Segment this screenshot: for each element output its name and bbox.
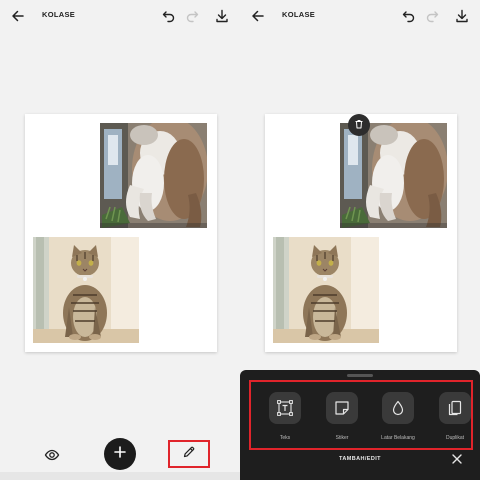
collage-screen-editing: KOLASE Teks Stiker Latar Belakang Duplik… bbox=[240, 0, 480, 480]
tool-text-label: Teks bbox=[279, 435, 291, 441]
duplicate-icon bbox=[439, 392, 471, 424]
page-title: KOLASE bbox=[42, 10, 76, 19]
droplet-icon bbox=[382, 392, 414, 424]
collage-canvas[interactable] bbox=[25, 114, 217, 352]
download-icon[interactable] bbox=[454, 8, 470, 24]
plus-icon bbox=[114, 445, 126, 463]
redo-icon[interactable] bbox=[424, 8, 440, 24]
close-icon[interactable] bbox=[451, 453, 463, 465]
tool-background-label: Latar Belakang bbox=[381, 435, 415, 441]
tool-sticker-label: Stiker bbox=[335, 435, 349, 441]
top-bar: KOLASE bbox=[0, 0, 240, 32]
arrow-left-icon[interactable] bbox=[10, 8, 26, 24]
add-button[interactable] bbox=[104, 438, 136, 470]
undo-icon[interactable] bbox=[401, 8, 417, 24]
collage-photo-tabby-cat[interactable] bbox=[273, 237, 379, 343]
edit-tools-highlight: Teks Stiker Latar Belakang Duplikat bbox=[249, 380, 473, 450]
collage-screen-default: KOLASE bbox=[0, 0, 240, 480]
system-nav-strip bbox=[0, 472, 240, 480]
delete-photo-button[interactable] bbox=[348, 114, 370, 136]
page-title: KOLASE bbox=[282, 10, 316, 19]
tool-duplicate-button[interactable]: Duplikat bbox=[431, 392, 479, 441]
text-frame-icon bbox=[269, 392, 301, 424]
sheet-drag-handle[interactable] bbox=[347, 374, 373, 377]
add-edit-sheet: Teks Stiker Latar Belakang Duplikat TAMB… bbox=[240, 370, 480, 480]
tool-duplicate-label: Duplikat bbox=[445, 435, 465, 441]
sticker-icon bbox=[326, 392, 358, 424]
eye-icon[interactable] bbox=[44, 447, 60, 463]
collage-canvas[interactable] bbox=[265, 114, 457, 352]
undo-icon[interactable] bbox=[161, 8, 177, 24]
collage-photo-cat-closeup[interactable] bbox=[100, 123, 207, 228]
trash-icon bbox=[354, 116, 364, 134]
arrow-left-icon[interactable] bbox=[250, 8, 266, 24]
tool-background-button[interactable]: Latar Belakang bbox=[374, 392, 422, 441]
bottom-toolbar bbox=[0, 438, 240, 472]
collage-photo-tabby-cat[interactable] bbox=[33, 237, 139, 343]
tool-sticker-button[interactable]: Stiker bbox=[318, 392, 366, 441]
collage-photo-cat-closeup-selected[interactable] bbox=[340, 123, 447, 228]
pencil-icon bbox=[182, 445, 196, 464]
tool-text-button[interactable]: Teks bbox=[261, 392, 309, 441]
top-bar: KOLASE bbox=[240, 0, 480, 32]
sheet-title: TAMBAH/EDIT bbox=[339, 456, 381, 462]
redo-icon[interactable] bbox=[184, 8, 200, 24]
download-icon[interactable] bbox=[214, 8, 230, 24]
edit-button[interactable] bbox=[168, 440, 210, 468]
